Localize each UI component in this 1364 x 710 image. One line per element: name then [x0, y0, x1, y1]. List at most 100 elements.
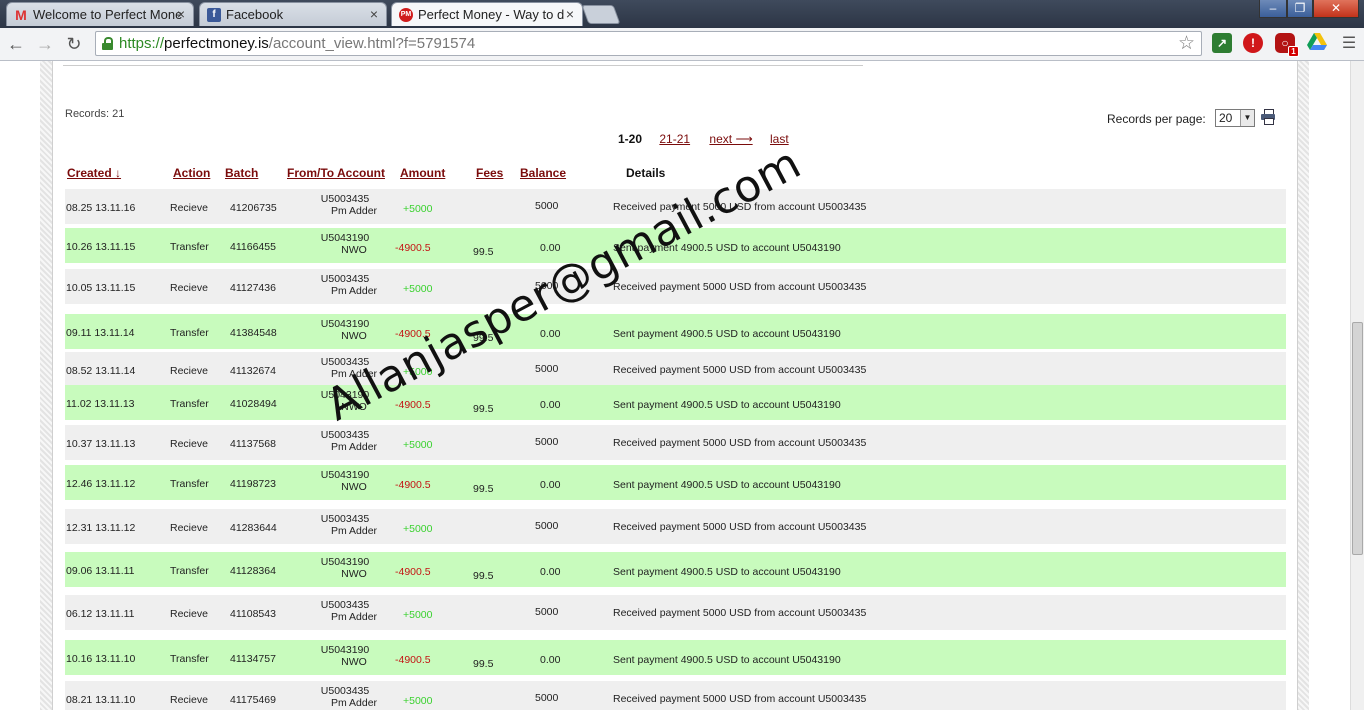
records-per-page-value: 20 [1219, 111, 1233, 125]
gmail-icon: M [15, 7, 27, 23]
cell-balance: 5000 [535, 436, 559, 448]
restore-button[interactable]: ❐ [1287, 0, 1313, 18]
cell-created: 10.37 13.11.13 [66, 438, 136, 450]
cell-amount: +5000 [403, 283, 433, 295]
header-action[interactable]: Action [173, 166, 210, 180]
cell-balance: 5000 [535, 200, 559, 212]
new-tab-button[interactable] [581, 5, 621, 24]
close-tab-icon[interactable]: × [370, 3, 378, 26]
reload-icon[interactable]: ↻ [62, 32, 86, 56]
cell-action: Recieve [170, 365, 208, 377]
cell-fees: 99.5 [473, 246, 494, 258]
menu-icon[interactable]: ☰ [1337, 32, 1361, 56]
back-arrow-icon[interactable]: ← [4, 32, 28, 56]
cell-fees: 99.5 [473, 658, 494, 670]
table-row: 10.16 13.11.10 Transfer 41134757 -4900.5 99.… [65, 640, 1286, 675]
records-per-page-select[interactable]: 20 ▼ [1215, 109, 1255, 127]
close-tab-icon[interactable]: × [177, 3, 185, 26]
account-name: Pm Adder [330, 611, 378, 623]
adblock-icon[interactable]: ○ 1 [1275, 33, 1299, 57]
minimize-button[interactable]: – [1259, 0, 1287, 18]
browser-titlebar: M Welcome to Perfect Mone × f Facebook ×… [0, 0, 1364, 28]
scrollbar-thumb[interactable] [1352, 322, 1363, 555]
previous-table-edge [63, 61, 863, 66]
close-window-button[interactable]: ✕ [1313, 0, 1359, 18]
account-name: NWO [341, 330, 367, 342]
close-tab-icon[interactable]: × [566, 3, 574, 26]
tab-gmail[interactable]: M Welcome to Perfect Mone × [6, 2, 194, 26]
header-balance[interactable]: Balance [520, 166, 566, 180]
cell-details: Sent payment 4900.5 USD to account U5043… [613, 479, 841, 491]
account-name: Pm Adder [330, 697, 378, 709]
cell-details: Received payment 5000 USD from account U… [613, 437, 867, 449]
cell-created: 08.52 13.11.14 [66, 365, 136, 377]
cell-action: Transfer [170, 241, 209, 253]
account-number: U5043190 [320, 232, 370, 244]
cell-action: Recieve [170, 694, 208, 706]
account-number: U5003435 [320, 193, 370, 205]
table-row: 09.06 13.11.11 Transfer 41128364 -4900.5 99.… [65, 552, 1286, 587]
cell-amount: +5000 [403, 203, 433, 215]
cell-created: 12.31 13.11.12 [66, 522, 136, 534]
cell-batch: 41283644 [230, 522, 277, 534]
cell-amount: +5000 [403, 609, 433, 621]
cell-account: U5003435 Pm Adder [305, 273, 385, 297]
cell-details: Received payment 5000 USD from account U… [613, 607, 867, 619]
right-border-pattern [1297, 61, 1309, 710]
chevron-down-icon[interactable]: ▼ [1240, 110, 1254, 126]
table-row: 08.21 13.11.10 Recieve 41175469 +5000 5000 Re… [65, 681, 1286, 710]
bookmark-star-icon[interactable]: ☆ [1178, 32, 1195, 55]
content-frame: Records: 21 Records per page: 20 ▼ 1-20 … [52, 61, 1298, 710]
header-amount[interactable]: Amount [400, 166, 445, 180]
cell-created: 08.25 13.11.16 [66, 202, 136, 214]
cell-created: 10.16 13.11.10 [66, 653, 136, 665]
account-name: Pm Adder [330, 205, 378, 217]
pm-extension-icon[interactable]: ↗ [1212, 33, 1232, 53]
cell-details: Received payment 5000 USD from account U… [613, 364, 867, 376]
current-page: 1-20 [618, 132, 643, 146]
vertical-scrollbar[interactable] [1350, 61, 1364, 710]
cell-details: Sent payment 4900.5 USD to account U5043… [613, 399, 841, 411]
cell-account: U5003435 Pm Adder [305, 193, 385, 217]
table-row: 09.11 13.11.14 Transfer 41384548 -4900.5 99.… [65, 314, 1286, 349]
cell-balance: 5000 [535, 520, 559, 532]
account-name: NWO [341, 656, 367, 668]
account-number: U5003435 [320, 685, 370, 697]
page-link-21-21[interactable]: 21-21 [659, 132, 690, 146]
cell-created: 08.21 13.11.10 [66, 694, 136, 706]
printer-icon[interactable] [1261, 109, 1275, 125]
opera-icon[interactable]: ! [1243, 33, 1263, 53]
cell-batch: 41137568 [230, 438, 276, 450]
cell-created: 06.12 13.11.11 [66, 608, 135, 620]
tab-perfect-money[interactable]: PM Perfect Money - Way to d × [391, 2, 583, 26]
header-account[interactable]: From/To Account [287, 166, 385, 180]
cell-fees: 99.5 [473, 483, 494, 495]
account-number: U5043190 [320, 469, 370, 481]
cell-batch: 41128364 [230, 565, 276, 577]
forward-arrow-icon[interactable]: → [33, 32, 57, 56]
cell-action: Transfer [170, 653, 209, 665]
address-bar[interactable]: https://perfectmoney.is/account_view.htm… [95, 31, 1202, 56]
cell-created: 10.26 13.11.15 [66, 241, 136, 253]
tab-label: Facebook [226, 7, 284, 22]
header-created[interactable]: Created ↓ [67, 166, 121, 180]
tab-facebook[interactable]: f Facebook × [199, 2, 387, 26]
account-name: NWO [341, 481, 367, 493]
cell-created: 09.06 13.11.11 [66, 565, 135, 577]
cell-account: U5043190 NWO [305, 318, 385, 342]
cell-action: Transfer [170, 565, 209, 577]
drive-icon[interactable] [1307, 33, 1327, 53]
cell-batch: 41134757 [230, 653, 276, 665]
cell-created: 12.46 13.11.12 [66, 478, 136, 490]
header-fees[interactable]: Fees [476, 166, 503, 180]
pagination: 1-20 21-21 next ⟶ last [618, 132, 789, 146]
cell-created: 10.05 13.11.15 [66, 282, 136, 294]
next-page-link[interactable]: next ⟶ [709, 132, 752, 146]
cell-balance: 5000 [535, 692, 559, 704]
header-batch[interactable]: Batch [225, 166, 258, 180]
lock-icon [102, 37, 113, 50]
extension-badge: 1 [1288, 46, 1299, 57]
cell-batch: 41198723 [230, 478, 276, 490]
cell-account: U5003435 Pm Adder [305, 429, 385, 453]
cell-amount: +5000 [403, 523, 433, 535]
